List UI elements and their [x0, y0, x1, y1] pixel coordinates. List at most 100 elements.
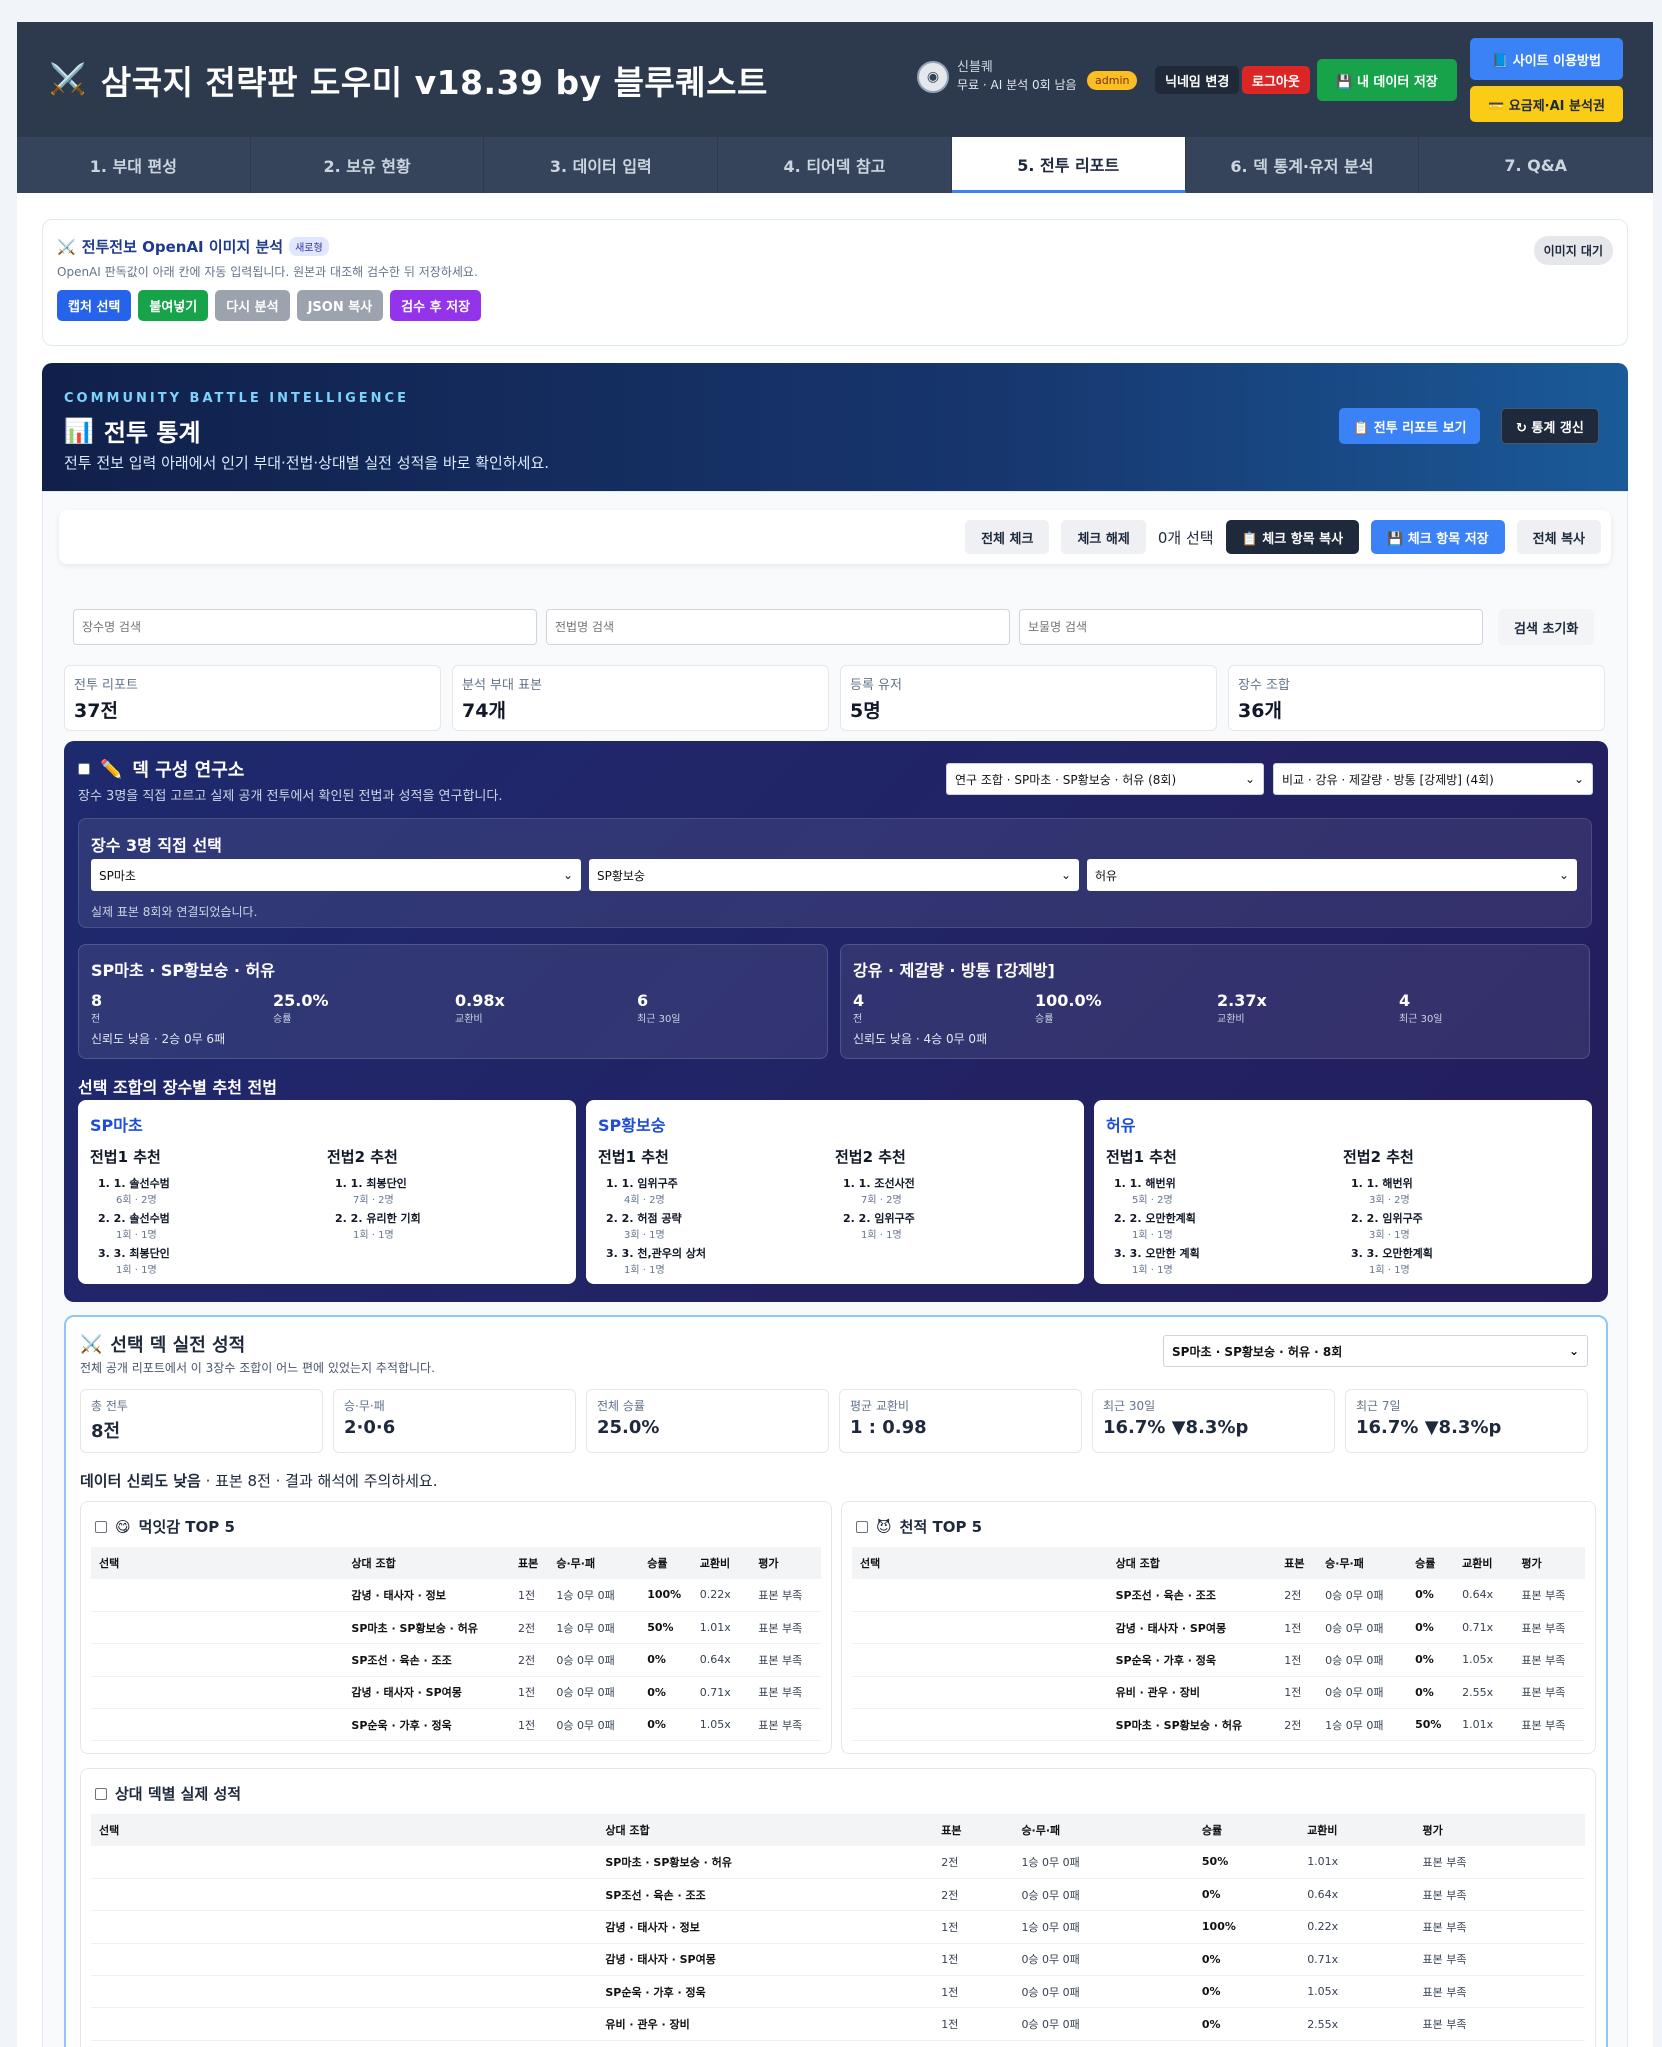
- reliability-label: 데이터 신뢰도 낮음: [80, 1472, 201, 1490]
- pricing-button[interactable]: 💳 요금제·AI 분석권: [1470, 86, 1623, 122]
- crossed-swords-icon: ⚔️: [57, 237, 76, 256]
- table-cell: [91, 1643, 344, 1677]
- table-row[interactable]: SP마초 · SP황보숭 · 허유 2전 1승 0무 0패 50% 1.01x 표본 부족: [91, 1611, 821, 1645]
- table-row[interactable]: SP마초 · SP황보숭 · 허유 2전 1승 0무 0패 50% 1.01x 표본 부족: [852, 1708, 1585, 1742]
- review-save-button[interactable]: 검수 후 저장: [390, 290, 482, 321]
- metric-value: 100.0%: [1035, 991, 1102, 1010]
- table-cell: 0.64x: [1454, 1579, 1514, 1612]
- nemesis-checkbox[interactable]: [856, 1520, 868, 1533]
- copy-checked-button[interactable]: 📋 체크 항목 복사: [1225, 520, 1360, 554]
- table-row[interactable]: 감녕 · 태사자 · 정보 1전 1승 0무 0패 100% 0.22x 표본 부족: [91, 1579, 821, 1612]
- tab-battle-report[interactable]: 5. 전투 리포트: [951, 137, 1186, 193]
- save-checked-button[interactable]: 💾 체크 항목 저장: [1371, 520, 1505, 554]
- tab-unit-formation[interactable]: 1. 부대 편성: [17, 137, 251, 193]
- tactic-stat: 1회 · 1명: [1132, 1265, 1173, 1276]
- table-cell: 50%: [1407, 1708, 1455, 1742]
- general-search-input[interactable]: [73, 609, 537, 645]
- combo-name: SP마초 · SP황보숭 · 허유: [91, 961, 275, 980]
- column-header: 표본: [933, 1814, 1014, 1846]
- kpi-label: 최근 30일: [1103, 1399, 1156, 1413]
- lab-checkbox[interactable]: [78, 763, 90, 775]
- tab-holdings[interactable]: 2. 보유 현황: [250, 137, 485, 193]
- select-value: SP마초: [99, 868, 136, 883]
- column-header: 표본: [510, 1547, 549, 1579]
- tactic-item: 3. 3. 천,관우의 상처 1회 · 1명: [606, 1245, 835, 1276]
- metric-winrate: 25.0% 승률: [273, 991, 329, 1025]
- reanalyze-button[interactable]: 다시 분석: [215, 290, 290, 321]
- table-row[interactable]: 유비 · 관우 · 장비 1전 0승 0무 0패 0% 2.55x 표본 부족: [91, 2007, 1585, 2041]
- general-select-3[interactable]: 허유 ⌄: [1087, 859, 1577, 891]
- uncheck-button[interactable]: 체크 해제: [1061, 520, 1146, 554]
- ocr-title: ⚔️ 전투전보 OpenAI 이미지 분석 새로형: [57, 236, 1613, 257]
- deck-kpi: 총 전투 8전: [80, 1389, 323, 1453]
- compare-combo-select[interactable]: 비교 · 강유 · 제갈량 · 방통 [강제방] (4회) ⌄: [1273, 763, 1593, 795]
- tactic-item: 2. 2. 허점 공략 3회 · 1명: [606, 1210, 835, 1241]
- nickname-change-button[interactable]: 닉네임 변경: [1155, 66, 1240, 94]
- avatar[interactable]: ◉: [917, 60, 949, 93]
- table-row[interactable]: 유비 · 관우 · 장비 1전 0승 0무 0패 0% 2.55x 표본 부족: [852, 1676, 1585, 1710]
- table-cell: [852, 1611, 1108, 1645]
- tactic-item: 2. 2. 임위구주 3회 · 1명: [1351, 1210, 1580, 1241]
- table-cell: 0승 0무 0패: [548, 1676, 640, 1710]
- table-cell: 1승 0무 0패: [1317, 1708, 1408, 1742]
- tab-qna[interactable]: 7. Q&A: [1419, 137, 1653, 193]
- copy-all-button[interactable]: 전체 복사: [1516, 520, 1601, 554]
- table-row[interactable]: SP마초 · SP황보숭 · 허유 2전 1승 0무 0패 50% 1.01x 표본 부족: [91, 1846, 1585, 1879]
- tab-tier-deck[interactable]: 4. 티어덱 참고: [718, 137, 952, 193]
- kpi-label: 분석 부대 표본: [462, 678, 543, 693]
- tactic-item: 3. 3. 오만한 계획 1회 · 1명: [1114, 1245, 1343, 1276]
- logout-button[interactable]: 로그아웃: [1242, 66, 1310, 94]
- picker-note: 실제 표본 8회와 연결되었습니다.: [91, 905, 258, 919]
- tab-data-input[interactable]: 3. 데이터 입력: [484, 137, 719, 193]
- table-row[interactable]: SP순욱 · 가후 · 정욱 1전 0승 0무 0패 0% 1.05x 표본 부족: [852, 1643, 1585, 1677]
- nemesis-title: 😈 천적 TOP 5: [856, 1516, 982, 1537]
- opponent-checkbox[interactable]: [95, 1787, 107, 1800]
- metric-value: 6: [637, 991, 649, 1010]
- general-select-2[interactable]: SP황보숭 ⌄: [589, 859, 1079, 891]
- table-cell: 감녕 · 태사자 · 정보: [597, 1910, 934, 1944]
- paste-button[interactable]: 붙여넣기: [138, 290, 209, 321]
- table-row[interactable]: 감녕 · 태사자 · 정보 1전 1승 0무 0패 100% 0.22x 표본 부족: [91, 1910, 1585, 1944]
- table-cell: SP마초 · SP황보숭 · 허유: [1107, 1708, 1277, 1742]
- table-cell: 0승 0무 0패: [1317, 1579, 1408, 1612]
- tactic-stat: 1회 · 1명: [1132, 1230, 1173, 1241]
- table-cell: 0승 0무 0패: [1317, 1643, 1408, 1677]
- treasure-search-input[interactable]: [1019, 609, 1483, 645]
- table-row[interactable]: SP순욱 · 가후 · 정욱 1전 0승 0무 0패 0% 1.05x 표본 부족: [91, 1708, 821, 1742]
- table-row[interactable]: 감녕 · 태사자 · SP여몽 1전 0승 0무 0패 0% 0.71x 표본 부족: [91, 1943, 1585, 1977]
- capture-select-button[interactable]: 캡처 선택: [57, 290, 132, 321]
- table-cell: 0.64x: [691, 1643, 751, 1677]
- table-row[interactable]: SP조선 · 육손 · 조조 2전 0승 0무 0패 0% 0.64x 표본 부족: [91, 1643, 821, 1677]
- recommend-card: SP마초 전법1 추천 1. 1. 솔선수범 6회 · 2명 2. 2. 솔선수범 1회 …: [78, 1100, 576, 1284]
- save-my-data-button[interactable]: 💾 내 데이터 저장: [1317, 59, 1457, 101]
- image-status-badge: 이미지 대기: [1533, 236, 1613, 265]
- table-row[interactable]: SP순욱 · 가후 · 정욱 1전 0승 0무 0패 0% 1.05x 표본 부족: [91, 1975, 1585, 2009]
- table-cell: 표본 부족: [1513, 1708, 1585, 1742]
- search-reset-button[interactable]: 검색 초기화: [1498, 609, 1595, 645]
- metric-label: 승률: [1035, 1014, 1054, 1025]
- deck-select[interactable]: SP마초 · SP황보숭 · 허유 · 8회 ⌄: [1163, 1335, 1588, 1367]
- research-combo-select[interactable]: 연구 조합 · SP마초 · SP황보숭 · 허유 (8회) ⌄: [946, 763, 1264, 795]
- tactic-search-input[interactable]: [546, 609, 1010, 645]
- table-cell: 표본 부족: [1414, 1910, 1585, 1944]
- table-cell: 0승 0무 0패: [548, 1643, 640, 1677]
- tab-deck-stats[interactable]: 6. 덱 통계·유저 분석: [1185, 137, 1420, 193]
- general-select-1[interactable]: SP마초 ⌄: [91, 859, 581, 891]
- table-row[interactable]: 감녕 · 태사자 · SP여몽 1전 0승 0무 0패 0% 0.71x 표본 부족: [91, 1676, 821, 1710]
- prey-checkbox[interactable]: [95, 1520, 107, 1533]
- refresh-stats-button[interactable]: ↻ 통계 갱신: [1501, 408, 1599, 444]
- table-cell: 표본 부족: [1414, 1975, 1585, 2009]
- site-guide-button[interactable]: 📘 사이트 이용방법: [1470, 38, 1623, 80]
- table-row[interactable]: 감녕 · 태사자 · SP여몽 1전 0승 0무 0패 0% 0.71x 표본 부족: [852, 1611, 1585, 1645]
- json-copy-button[interactable]: JSON 복사: [296, 290, 384, 321]
- table-row[interactable]: SP조선 · 육손 · 조조 2전 0승 0무 0패 0% 0.64x 표본 부족: [852, 1579, 1585, 1612]
- view-battle-report-button[interactable]: 📋 전투 리포트 보기: [1339, 408, 1481, 444]
- check-all-button[interactable]: 전체 체크: [965, 520, 1050, 554]
- table-cell: 1승 0무 0패: [1013, 1846, 1194, 1879]
- table-cell: [91, 1975, 598, 2009]
- table-row[interactable]: SP조선 · 육손 · 조조 2전 0승 0무 0패 0% 0.64x 표본 부족: [91, 1878, 1585, 1912]
- recommend-card: SP황보숭 전법1 추천 1. 1. 임위구주 4회 · 2명 2. 2. 허점 공략 3…: [586, 1100, 1084, 1284]
- tactic-stat: 4회 · 2명: [624, 1195, 665, 1206]
- metric-winrate: 100.0% 승률: [1035, 991, 1102, 1025]
- table-cell: 0.71x: [691, 1676, 751, 1710]
